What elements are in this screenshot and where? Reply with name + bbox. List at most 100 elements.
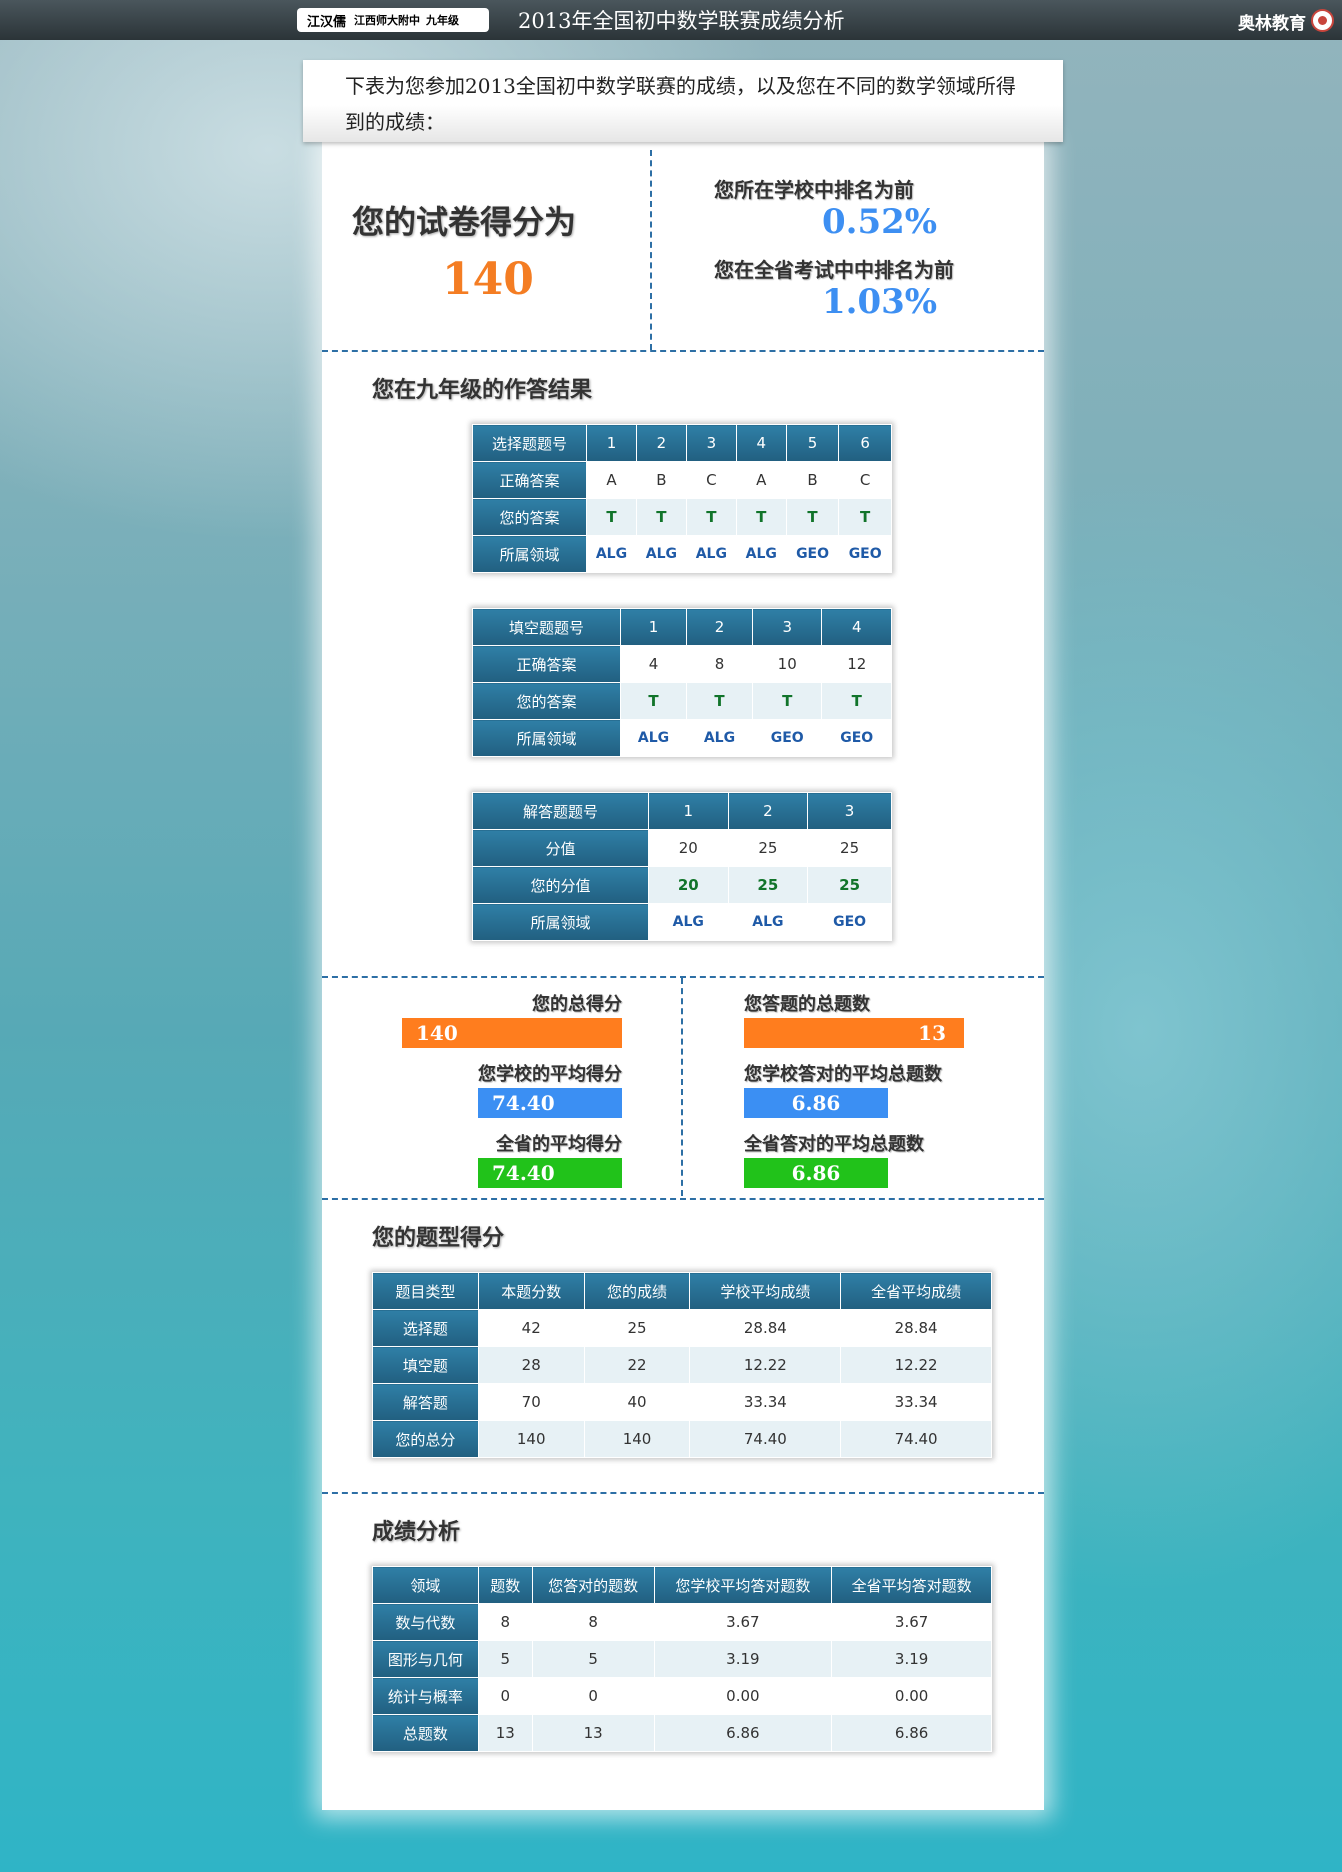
cell: ALG bbox=[620, 719, 687, 757]
header-cell: 2 bbox=[727, 792, 809, 830]
cell: 13 bbox=[477, 1714, 533, 1752]
cell: 0.00 bbox=[831, 1677, 992, 1715]
header-cell: 3 bbox=[685, 424, 737, 462]
province-avg-bar: 74.40 bbox=[478, 1158, 622, 1188]
header-cell: 1 bbox=[586, 424, 637, 462]
cell: 42 bbox=[477, 1309, 585, 1347]
table-row: 总题数 13 13 6.86 6.86 bbox=[372, 1714, 992, 1752]
header-cell: 题目类型 bbox=[372, 1272, 479, 1310]
cell: ALG bbox=[586, 535, 637, 573]
cell: 8 bbox=[531, 1603, 655, 1641]
table-row: 正确答案 4 8 10 12 bbox=[472, 645, 892, 683]
cell: 5 bbox=[531, 1640, 655, 1678]
total-count-label: 您答题的总题数 bbox=[744, 994, 870, 1015]
table-row: 数与代数 8 8 3.67 3.67 bbox=[372, 1603, 992, 1641]
solve-table: 解答题题号 1 2 3 分值 20 25 25 您的分值 20 25 25 所属领域 ALG ALG G… bbox=[472, 792, 892, 941]
cell: 140 bbox=[583, 1420, 691, 1458]
divider bbox=[322, 976, 1044, 978]
report-paper: 您的试卷得分为 140 您所在学校中排名为前 0.52% 您在全省考试中中排名为… bbox=[322, 142, 1044, 1810]
header-cell: 全省平均答对题数 bbox=[831, 1566, 992, 1604]
province-rank-label: 您在全省考试中中排名为前 bbox=[714, 258, 954, 282]
cell: 25 bbox=[583, 1309, 691, 1347]
table-row: 领域 题数 您答对的题数 您学校平均答对题数 全省平均答对题数 bbox=[372, 1566, 992, 1604]
row-label: 所属领域 bbox=[472, 903, 649, 941]
cell: 5 bbox=[477, 1640, 533, 1678]
cell: 28.84 bbox=[840, 1309, 992, 1347]
cell: T bbox=[785, 498, 840, 536]
table-row: 选择题题号 1 2 3 4 5 6 bbox=[472, 424, 892, 462]
row-label: 总题数 bbox=[372, 1714, 479, 1752]
table-row: 正确答案 A B C A B C bbox=[472, 461, 892, 499]
divider bbox=[650, 150, 652, 350]
school-count-label: 您学校答对的平均总题数 bbox=[744, 1064, 942, 1085]
cell: 3.67 bbox=[831, 1603, 992, 1641]
table-row: 题目类型 本题分数 您的成绩 学校平均成绩 全省平均成绩 bbox=[372, 1272, 992, 1310]
table-row: 填空题题号 1 2 3 4 bbox=[472, 608, 892, 646]
cell: 25 bbox=[727, 829, 809, 867]
cell: 40 bbox=[583, 1383, 691, 1421]
table-row: 您的答案 T T T T bbox=[472, 682, 892, 720]
divider bbox=[322, 1492, 1044, 1494]
header-cell: 领域 bbox=[372, 1566, 479, 1604]
analysis-section-title: 成绩分析 bbox=[372, 1520, 461, 1545]
row-label: 图形与几何 bbox=[372, 1640, 479, 1678]
cell: 0.00 bbox=[653, 1677, 833, 1715]
header-cell: 6 bbox=[838, 424, 892, 462]
header-cell: 5 bbox=[785, 424, 840, 462]
header-cell: 您学校平均答对题数 bbox=[653, 1566, 833, 1604]
cell: ALG bbox=[735, 535, 787, 573]
intro-text: 下表为您参加2013全国初中数学联赛的成绩，以及您在不同的数学领域所得到的成绩： bbox=[303, 60, 1063, 142]
cell: 3.67 bbox=[653, 1603, 833, 1641]
score-label: 您的试卷得分为 bbox=[352, 203, 577, 241]
header-cell: 题数 bbox=[477, 1566, 533, 1604]
cell: 22 bbox=[583, 1346, 691, 1384]
row-label: 您的答案 bbox=[472, 682, 621, 720]
row-label: 选择题 bbox=[372, 1309, 479, 1347]
brand-name: 奥林教育 bbox=[1238, 14, 1306, 34]
cell: GEO bbox=[751, 719, 823, 757]
cell: 28.84 bbox=[689, 1309, 842, 1347]
cell: 10 bbox=[751, 645, 823, 683]
cell: T bbox=[620, 682, 687, 720]
analysis-table: 领域 题数 您答对的题数 您学校平均答对题数 全省平均答对题数 数与代数 8 8 3.67 3.… bbox=[372, 1566, 992, 1752]
header-cell: 解答题题号 bbox=[472, 792, 649, 830]
choice-table: 选择题题号 1 2 3 4 5 6 正确答案 A B C A B C 您的答案 T T T T T T 所属领域 AL… bbox=[472, 424, 892, 573]
cell: 25 bbox=[727, 866, 809, 904]
header-cell: 您答对的题数 bbox=[531, 1566, 655, 1604]
cell: 12 bbox=[821, 645, 892, 683]
student-name: 江汉儒 bbox=[307, 14, 347, 30]
table-row: 图形与几何 5 5 3.19 3.19 bbox=[372, 1640, 992, 1678]
cell: GEO bbox=[785, 535, 840, 573]
cell: 0 bbox=[477, 1677, 533, 1715]
cell: 8 bbox=[477, 1603, 533, 1641]
row-label: 分值 bbox=[472, 829, 649, 867]
cell: GEO bbox=[821, 719, 892, 757]
cell: ALG bbox=[727, 903, 809, 941]
fill-table: 填空题题号 1 2 3 4 正确答案 4 8 10 12 您的答案 T T T T 所属领域 ALG ALG… bbox=[472, 608, 892, 757]
header-cell: 本题分数 bbox=[477, 1272, 585, 1310]
header-cell: 4 bbox=[821, 608, 892, 646]
province-avg-label: 全省的平均得分 bbox=[496, 1134, 622, 1155]
divider bbox=[681, 978, 683, 1196]
cell: 70 bbox=[477, 1383, 585, 1421]
header-cell: 1 bbox=[648, 792, 729, 830]
cell: B bbox=[635, 461, 687, 499]
table-row: 解答题 70 40 33.34 33.34 bbox=[372, 1383, 992, 1421]
header-cell: 1 bbox=[620, 608, 687, 646]
divider bbox=[322, 350, 1044, 352]
province-count-bar: 6.86 bbox=[744, 1158, 888, 1188]
cell: T bbox=[685, 682, 753, 720]
cell: GEO bbox=[807, 903, 892, 941]
brand-logo-icon bbox=[1311, 9, 1334, 32]
cell: 20 bbox=[648, 866, 729, 904]
student-grade: 九年级 bbox=[426, 14, 460, 27]
cell: 25 bbox=[807, 829, 892, 867]
row-label: 解答题 bbox=[372, 1383, 479, 1421]
cell: C bbox=[685, 461, 737, 499]
cell: C bbox=[838, 461, 892, 499]
cell: 20 bbox=[648, 829, 729, 867]
table-row: 统计与概率 0 0 0.00 0.00 bbox=[372, 1677, 992, 1715]
header-cell: 3 bbox=[807, 792, 892, 830]
table-row: 选择题 42 25 28.84 28.84 bbox=[372, 1309, 992, 1347]
row-label: 正确答案 bbox=[472, 461, 587, 499]
